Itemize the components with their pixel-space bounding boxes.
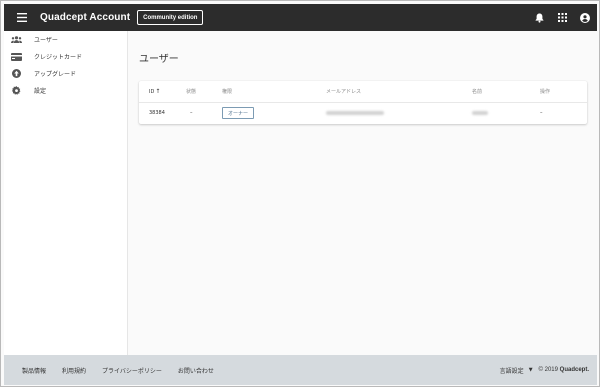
table-row: 38384 – オーナー – bbox=[139, 103, 587, 123]
main-content: ユーザー ID↑ 状態 権限 メールアドレス 名前 操作 38384 – オーナ… bbox=[129, 31, 597, 355]
footer-link-privacy[interactable]: プライバシーポリシー bbox=[102, 366, 162, 375]
account-icon[interactable] bbox=[574, 7, 596, 29]
copyright-brand: Quadcept. bbox=[559, 367, 589, 373]
footer-right: 言語設定 ▼ © 2019 Quadcept. bbox=[500, 355, 589, 385]
gear-icon bbox=[4, 86, 28, 95]
footer: 製品情報 利用規約 プライバシーポリシー お問い合わせ 言語設定 ▼ © 201… bbox=[4, 355, 597, 385]
caret-down-icon: ▼ bbox=[528, 367, 533, 373]
sort-ascending-icon[interactable]: ↑ bbox=[155, 88, 160, 95]
sidebar-item-settings[interactable]: 設定 bbox=[4, 82, 127, 99]
cell-id: 38384 bbox=[149, 110, 165, 116]
credit-card-icon bbox=[4, 52, 28, 61]
column-header-role: 権限 bbox=[222, 89, 233, 95]
sidebar-item-upgrade[interactable]: アップグレード bbox=[4, 65, 127, 82]
column-header-actions: 操作 bbox=[540, 89, 551, 95]
copyright: © 2019 Quadcept. bbox=[539, 367, 589, 373]
language-label: 言語設定 bbox=[499, 367, 524, 375]
users-icon bbox=[4, 36, 28, 43]
column-header-id-label: ID bbox=[149, 89, 155, 95]
top-icons bbox=[528, 4, 597, 31]
footer-link-product-info[interactable]: 製品情報 bbox=[22, 366, 46, 375]
language-select[interactable]: 言語設定 ▼ bbox=[500, 366, 533, 375]
sidebar: ユーザー クレジットカード アップグレード 設定 bbox=[4, 31, 128, 355]
cell-email-redacted bbox=[326, 111, 384, 115]
sidebar-item-label: アップグレード bbox=[34, 71, 77, 78]
role-owner-chip[interactable]: オーナー bbox=[222, 107, 255, 119]
column-header-id[interactable]: ID↑ bbox=[149, 88, 160, 95]
bell-icon[interactable] bbox=[528, 7, 550, 29]
page-frame: Quadcept Account Community edition ユーザー … bbox=[0, 0, 600, 387]
cell-actions[interactable]: – bbox=[540, 110, 543, 116]
sidebar-item-label: 設定 bbox=[34, 88, 47, 95]
menu-icon[interactable] bbox=[10, 6, 34, 30]
upgrade-icon bbox=[4, 69, 28, 78]
footer-link-terms[interactable]: 利用規約 bbox=[62, 366, 86, 375]
page-title: ユーザー bbox=[139, 54, 179, 65]
app-title[interactable]: Quadcept Account bbox=[40, 12, 130, 23]
sidebar-item-label: ユーザー bbox=[34, 37, 58, 44]
sidebar-item-label: クレジットカード bbox=[34, 54, 83, 61]
sidebar-item-credit-card[interactable]: クレジットカード bbox=[4, 48, 127, 65]
column-header-email: メールアドレス bbox=[326, 89, 362, 95]
column-header-status: 状態 bbox=[186, 89, 197, 95]
cell-status: – bbox=[190, 110, 193, 116]
copyright-prefix: © 2019 bbox=[538, 367, 558, 373]
edition-badge: Community edition bbox=[137, 10, 204, 25]
table-header-row: ID↑ 状態 権限 メールアドレス 名前 操作 bbox=[139, 81, 587, 103]
cell-name-redacted bbox=[472, 111, 488, 115]
apps-grid-icon[interactable] bbox=[551, 7, 573, 29]
top-app-bar: Quadcept Account Community edition bbox=[4, 4, 597, 31]
sidebar-item-users[interactable]: ユーザー bbox=[4, 31, 127, 48]
footer-link-contact[interactable]: お問い合わせ bbox=[178, 366, 214, 375]
users-table: ID↑ 状態 権限 メールアドレス 名前 操作 38384 – オーナー – bbox=[139, 81, 587, 124]
column-header-name: 名前 bbox=[472, 89, 483, 95]
